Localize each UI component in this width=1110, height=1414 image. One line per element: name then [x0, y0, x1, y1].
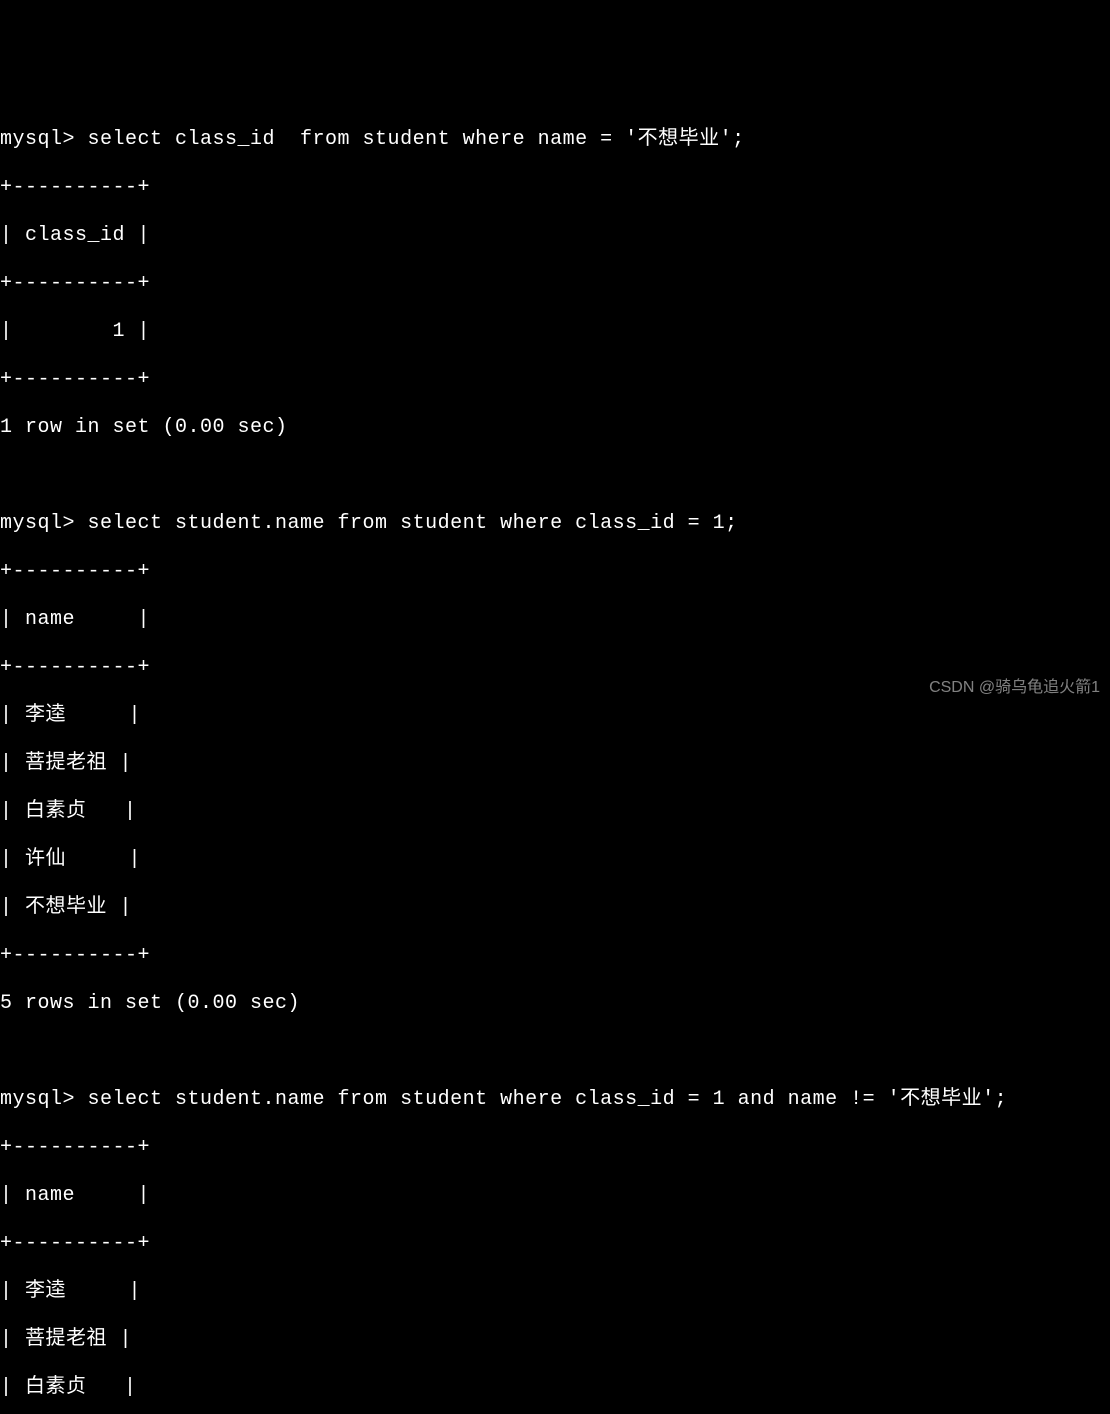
blank-line	[0, 464, 1110, 488]
query3-header: | name |	[0, 1184, 1110, 1208]
query1-footer: 1 row in set (0.00 sec)	[0, 416, 1110, 440]
query3-row-1: | 菩提老祖 |	[0, 1328, 1110, 1352]
query3-border-mid: +----------+	[0, 1232, 1110, 1256]
query2-footer: 5 rows in set (0.00 sec)	[0, 992, 1110, 1016]
query3-border-top: +----------+	[0, 1136, 1110, 1160]
query2-row-1: | 菩提老祖 |	[0, 752, 1110, 776]
query2-border-mid: +----------+	[0, 656, 1110, 680]
watermark: CSDN @骑乌龟追火箭1	[929, 678, 1100, 697]
query2-border-bot: +----------+	[0, 944, 1110, 968]
query3-row-2: | 白素贞 |	[0, 1376, 1110, 1400]
query3-command: mysql> select student.name from student …	[0, 1088, 1110, 1112]
query2-command: mysql> select student.name from student …	[0, 512, 1110, 536]
query1-header: | class_id |	[0, 224, 1110, 248]
mysql-terminal[interactable]: mysql> select class_id from student wher…	[0, 96, 1110, 1414]
query2-row-3: | 许仙 |	[0, 848, 1110, 872]
query2-row-2: | 白素贞 |	[0, 800, 1110, 824]
query2-header: | name |	[0, 608, 1110, 632]
query1-border-mid: +----------+	[0, 272, 1110, 296]
query1-row: | 1 |	[0, 320, 1110, 344]
query2-row-0: | 李逵 |	[0, 704, 1110, 728]
query3-row-0: | 李逵 |	[0, 1280, 1110, 1304]
query2-border-top: +----------+	[0, 560, 1110, 584]
query1-border-bot: +----------+	[0, 368, 1110, 392]
query2-row-4: | 不想毕业 |	[0, 896, 1110, 920]
query1-command: mysql> select class_id from student wher…	[0, 128, 1110, 152]
blank-line	[0, 1040, 1110, 1064]
query1-border-top: +----------+	[0, 176, 1110, 200]
